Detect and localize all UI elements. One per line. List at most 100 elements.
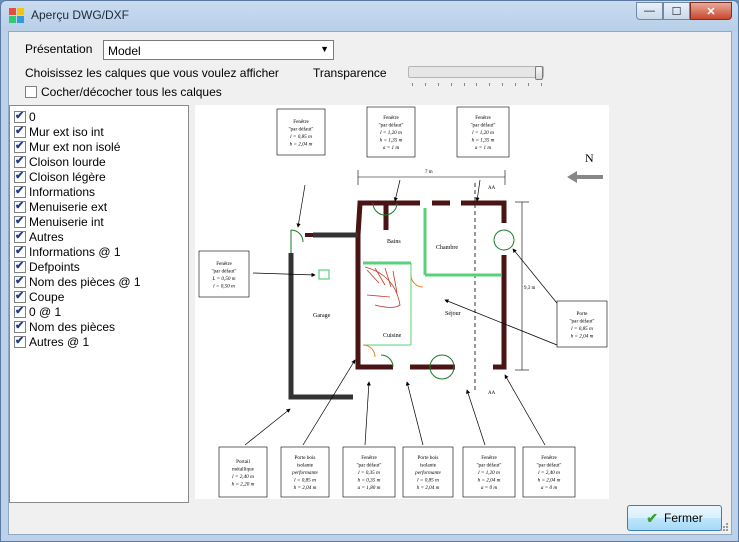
- callout-text: isolante: [420, 463, 437, 469]
- callout-text: Porte bois: [295, 455, 316, 461]
- layer-item[interactable]: Informations: [10, 184, 188, 199]
- callout-text: l = 0,85 m: [571, 326, 593, 332]
- layer-checkbox[interactable]: [14, 274, 26, 288]
- openings: [290, 202, 515, 380]
- close-window-button[interactable]: ✕: [690, 2, 732, 20]
- layer-label: Cloison légère: [29, 169, 106, 184]
- preview-window: Aperçu DWG/DXF — ☐ ✕ Présentation Model …: [0, 0, 739, 542]
- dialog-body: Présentation Model ▼ Choisissez les calq…: [8, 31, 732, 535]
- title-bar[interactable]: Aperçu DWG/DXF — ☐ ✕: [1, 1, 738, 29]
- layer-checkbox[interactable]: [14, 199, 26, 213]
- callout-text: Fenêtre: [216, 261, 232, 267]
- callout-text: Fenêtre: [481, 455, 497, 461]
- callout-text: "par défaut": [288, 125, 313, 132]
- minimize-button[interactable]: —: [636, 2, 663, 20]
- callout-text: l = 0,35 m: [358, 470, 380, 476]
- layer-label: Nom des pièces: [29, 319, 116, 334]
- callout-text: a = 1 m: [383, 145, 400, 151]
- callout-text: h = 2,04 m: [294, 484, 317, 491]
- presentation-select[interactable]: Model ▼: [103, 40, 334, 60]
- layer-item[interactable]: 0 @ 1: [10, 304, 188, 319]
- close-button[interactable]: ✔ Fermer: [627, 505, 722, 531]
- callout-text: h = 2,04 m: [571, 332, 594, 339]
- callout-text: a = 1,80 m: [358, 485, 381, 491]
- layer-checkbox[interactable]: [14, 109, 26, 123]
- room-chambre: Chambre: [436, 245, 458, 251]
- section-label-bottom: AA: [488, 391, 496, 396]
- layer-checkbox[interactable]: [14, 289, 26, 303]
- transparency-label: Transparence: [313, 66, 387, 80]
- callout-text: Fenêtre: [293, 119, 309, 125]
- callout-text: l = 1,20 m: [380, 130, 402, 136]
- dwg-preview[interactable]: N 7 m 9,3 m AA AA Bains Chambre Garage S…: [195, 105, 609, 499]
- layer-checkbox[interactable]: [14, 184, 26, 198]
- room-cuisine: Cuisine: [383, 333, 402, 339]
- width-dimension: 7 m: [425, 170, 433, 175]
- layer-checkbox[interactable]: [14, 229, 26, 243]
- layer-item[interactable]: Cloison lourde: [10, 154, 188, 169]
- layer-label: 0 @ 1: [29, 304, 62, 319]
- callout-text: a = 0 m: [481, 485, 498, 491]
- room-garage: Garage: [313, 313, 331, 319]
- layer-item[interactable]: Mur ext iso int: [10, 124, 188, 139]
- layer-checkbox[interactable]: [14, 334, 26, 348]
- layer-label: Informations @ 1: [29, 244, 121, 259]
- layer-checkbox[interactable]: [14, 244, 26, 258]
- callout-text: h = 2,04 m: [290, 140, 313, 147]
- callout-text: Fenêtre: [541, 455, 557, 461]
- layer-checkbox[interactable]: [14, 124, 26, 138]
- layer-checkbox[interactable]: [14, 169, 26, 183]
- callout-text: "par défaut": [378, 122, 403, 129]
- checkmark-icon: ✔: [646, 509, 659, 526]
- layer-item[interactable]: 0: [10, 109, 188, 124]
- layer-checkbox[interactable]: [14, 154, 26, 168]
- callout-text: "par défaut": [356, 462, 381, 469]
- callout-text: l = 0,50 m: [213, 283, 235, 289]
- transparency-slider[interactable]: [408, 66, 546, 90]
- callout-text: Fenêtre: [383, 115, 399, 121]
- layer-item[interactable]: Cloison légère: [10, 169, 188, 184]
- layer-item[interactable]: Informations @ 1: [10, 244, 188, 259]
- toggle-all-layers[interactable]: Cocher/décocher tous les calques: [25, 85, 222, 99]
- maximize-button[interactable]: ☐: [663, 2, 690, 20]
- layer-item[interactable]: Mur ext non isolé: [10, 139, 188, 154]
- callout-text: l = 0,85 m: [417, 478, 439, 484]
- resize-grip[interactable]: [719, 522, 729, 532]
- room-sejour: Séjour: [445, 311, 461, 317]
- layer-label: Informations: [29, 184, 96, 199]
- layer-item[interactable]: Autres @ 1: [10, 334, 188, 349]
- callout-text: "par défaut": [569, 317, 594, 324]
- callout-text: h = 1,35 m: [380, 138, 403, 144]
- callout-text: l = 1,20 m: [478, 470, 500, 476]
- callout-text: "par défaut": [211, 267, 236, 274]
- layer-list[interactable]: 0Mur ext iso intMur ext non isoléCloison…: [9, 105, 189, 503]
- callout-text: h = 0,35 m: [358, 478, 381, 484]
- layer-label: Menuiserie int: [29, 214, 104, 229]
- callout-text: h = 2,04 m: [538, 477, 561, 484]
- callout-text: "par défaut": [536, 462, 561, 469]
- layer-item[interactable]: Menuiserie ext: [10, 199, 188, 214]
- layer-checkbox[interactable]: [14, 319, 26, 333]
- layer-checkbox[interactable]: [14, 304, 26, 318]
- toggle-all-checkbox[interactable]: [25, 86, 37, 98]
- layer-item[interactable]: Coupe: [10, 289, 188, 304]
- layer-item[interactable]: Defpoints: [10, 259, 188, 274]
- callout-text: h = 2,20 m: [232, 481, 255, 487]
- layer-label: Cloison lourde: [29, 154, 106, 169]
- slider-thumb[interactable]: [535, 66, 543, 80]
- close-button-label: Fermer: [664, 511, 703, 525]
- layer-item[interactable]: Nom des pièces: [10, 319, 188, 334]
- toggle-all-label: Cocher/décocher tous les calques: [41, 85, 222, 99]
- layer-label: Autres @ 1: [29, 334, 90, 349]
- callout-text: a = 1 m: [475, 145, 492, 151]
- layer-item[interactable]: Autres: [10, 229, 188, 244]
- layer-item[interactable]: Nom des pièces @ 1: [10, 274, 188, 289]
- callout-text: "par défaut": [476, 462, 501, 469]
- callout-text: Portail: [236, 459, 250, 465]
- layer-checkbox[interactable]: [14, 259, 26, 273]
- layer-item[interactable]: Menuiserie int: [10, 214, 188, 229]
- callout-text: performante: [291, 469, 318, 476]
- callout-text: Porte bois: [418, 455, 439, 461]
- layer-checkbox[interactable]: [14, 139, 26, 153]
- layer-checkbox[interactable]: [14, 214, 26, 228]
